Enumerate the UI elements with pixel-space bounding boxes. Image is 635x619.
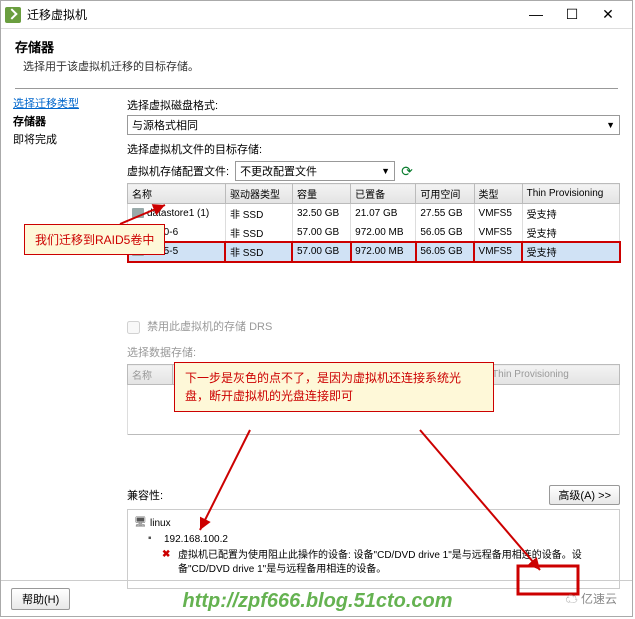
table-row[interactable]: datastore1 (1) 非 SSD 32.50 GB 21.07 GB 2… <box>128 204 620 224</box>
window-controls: — ☐ ✕ <box>524 6 628 23</box>
compat-label: 兼容性: <box>127 487 163 503</box>
datastore-icon <box>132 208 144 218</box>
advanced-button[interactable]: 高级(A) >> <box>549 485 620 505</box>
storage-profile-dropdown[interactable]: 不更改配置文件 ▼ <box>235 161 395 181</box>
target-storage-label: 选择虚拟机文件的目标存储: <box>127 139 620 159</box>
col-thin[interactable]: Thin Provisioning <box>522 184 619 204</box>
footer-right: < 上一步 下一步 > 取消 <box>437 588 622 610</box>
footer: 帮助(H) < 上一步 下一步 > 取消 <box>1 580 632 616</box>
minimize-button[interactable]: — <box>524 6 548 23</box>
window-title: 迁移虚拟机 <box>27 6 524 23</box>
col-capacity[interactable]: 容量 <box>292 184 350 204</box>
table-row-selected[interactable]: raid5-5 非 SSD 57.00 GB 972.00 MB 56.05 G… <box>128 242 620 262</box>
compatibility-box: 🖥 linux ▪ 192.168.100.2 ✖ 虚拟机已配置为使用阻止此操作… <box>127 509 620 589</box>
refresh-icon[interactable]: ⟳ <box>401 163 413 180</box>
disable-drs-label: 禁用此虚拟机的存储 DRS <box>147 321 272 333</box>
wizard-steps: 选择迁移类型 存储器 即将完成 <box>1 89 121 595</box>
table-row[interactable]: raid0-6 非 SSD 57.00 GB 972.00 MB 56.05 G… <box>128 223 620 242</box>
chevron-down-icon: ▼ <box>381 166 390 176</box>
select-datastore-label: 选择数据存储: <box>127 342 620 362</box>
col-type[interactable]: 类型 <box>474 184 522 204</box>
page-title: 存储器 <box>15 37 618 56</box>
step-ready: 即将完成 <box>13 129 121 147</box>
storage-profile-value: 不更改配置文件 <box>240 163 317 179</box>
disk-format-value: 与源格式相同 <box>132 117 198 133</box>
chevron-down-icon: ▼ <box>606 120 615 130</box>
disk-format-dropdown[interactable]: 与源格式相同 ▼ <box>127 115 620 135</box>
col-provisioned[interactable]: 已置备 <box>351 184 416 204</box>
maximize-button[interactable]: ☐ <box>560 6 584 23</box>
annotation-callout-1: 我们迁移到RAID5卷中 <box>24 224 165 255</box>
compat-host-line: ▪ 192.168.100.2 <box>148 532 613 548</box>
disable-drs-row: 禁用此虚拟机的存储 DRS <box>127 318 620 334</box>
host-icon: ▪ <box>148 533 162 544</box>
col-name[interactable]: 名称 <box>128 184 226 204</box>
help-button[interactable]: 帮助(H) <box>11 588 70 610</box>
col-free[interactable]: 可用空间 <box>416 184 474 204</box>
compat-vm-line: 🖥 linux <box>134 516 613 532</box>
step-storage[interactable]: 存储器 <box>13 111 121 129</box>
compat-row: 兼容性: 高级(A) >> <box>127 485 620 505</box>
dialog-window: 迁移虚拟机 — ☐ ✕ 存储器 选择用于该虚拟机迁移的目标存储。 选择迁移类型 … <box>0 0 633 617</box>
disable-drs-checkbox <box>127 321 140 334</box>
annotation-callout-2: 下一步是灰色的点不了，是因为虚拟机还连接系统光盘，断开虚拟机的光盘连接即可 <box>174 362 494 412</box>
storage-profile-label: 虚拟机存储配置文件: <box>127 161 229 181</box>
main-area: 选择迁移类型 存储器 即将完成 选择虚拟磁盘格式: 与源格式相同 ▼ 选择虚拟机… <box>1 89 632 595</box>
vsphere-icon <box>5 7 21 23</box>
titlebar: 迁移虚拟机 — ☐ ✕ <box>1 1 632 29</box>
close-button[interactable]: ✕ <box>596 6 620 23</box>
disk-format-label: 选择虚拟磁盘格式: <box>127 95 620 115</box>
wizard-header: 存储器 选择用于该虚拟机迁移的目标存储。 <box>1 29 632 82</box>
vm-icon: 🖥 <box>134 517 148 528</box>
error-icon: ✖ <box>162 549 176 560</box>
step-select-type[interactable]: 选择迁移类型 <box>13 95 121 111</box>
compat-error-line: ✖ 虚拟机已配置为使用阻止此操作的设备: 设备"CD/DVD drive 1"是… <box>162 548 613 578</box>
content-panel: 选择虚拟磁盘格式: 与源格式相同 ▼ 选择虚拟机文件的目标存储: 虚拟机存储配置… <box>121 89 632 595</box>
page-subtitle: 选择用于该虚拟机迁移的目标存储。 <box>23 58 618 74</box>
datastore-table[interactable]: 名称 驱动器类型 容量 已置备 可用空间 类型 Thin Provisionin… <box>127 183 620 262</box>
col-drive[interactable]: 驱动器类型 <box>225 184 292 204</box>
